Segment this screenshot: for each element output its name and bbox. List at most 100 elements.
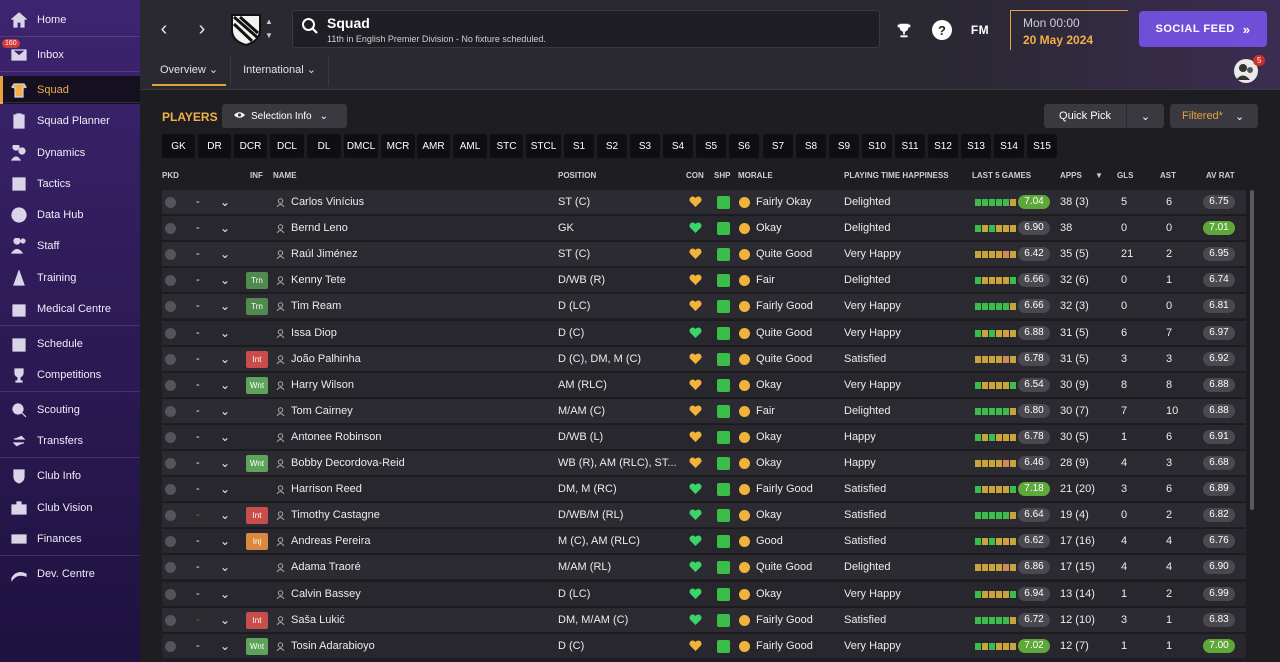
back-button[interactable]: ‹ (154, 18, 174, 40)
chevron-down-icon[interactable]: ⌄ (220, 608, 230, 633)
position-filter-s3[interactable]: S3 (630, 134, 660, 158)
player-name[interactable]: Harry Wilson (291, 373, 551, 398)
table-row[interactable]: - ⌄ Int João Palhinha D (C), DM, M (C) Quite … (162, 345, 1246, 372)
sidebar-item-club-vision[interactable]: Club Vision (0, 494, 140, 522)
table-row[interactable]: - ⌄ Raúl Jiménez ST (C) Quite Good Very Happy… (162, 241, 1246, 267)
sidebar-item-squad[interactable]: Squad (0, 76, 140, 104)
chevron-down-icon[interactable]: ⌄ (220, 503, 230, 528)
column-inf[interactable]: INF (250, 171, 263, 180)
pick-status-icon[interactable] (165, 379, 176, 391)
info-badge[interactable]: Int (246, 507, 268, 525)
chevron-down-icon[interactable]: ⌄ (220, 451, 230, 476)
sidebar-item-scouting[interactable]: Scouting (0, 396, 140, 424)
chevron-down-icon[interactable]: ⌄ (220, 268, 230, 293)
chevron-down-icon[interactable]: ⌄ (220, 634, 230, 659)
sidebar-item-tactics[interactable]: Tactics (0, 170, 140, 198)
sidebar-item-club-info[interactable]: Club Info (0, 462, 140, 490)
table-row[interactable]: - ⌄ Carlos Vinícius ST (C) Fairly Okay Deligh… (162, 189, 1246, 214)
table-row[interactable]: - ⌄ Harrison Reed DM, M (RC) Fairly Good Sati… (162, 476, 1246, 502)
table-row[interactable]: - ⌄ Wnt Harry Wilson AM (RLC) Okay Very Happy 6… (162, 371, 1246, 398)
column-last-5-games[interactable]: LAST 5 GAMES (972, 171, 1031, 180)
chevron-down-icon[interactable]: ⌄ (220, 555, 230, 580)
chevron-down-icon[interactable]: ⌄ (220, 399, 230, 424)
sidebar-item-squad-planner[interactable]: Squad Planner (0, 107, 140, 135)
player-name[interactable]: Bobby Decordova-Reid (291, 451, 551, 476)
position-filter-gk[interactable]: GK (162, 134, 195, 158)
sort-descending-icon[interactable]: ▼ (1095, 171, 1103, 180)
player-name[interactable]: Andreas Pereira (291, 529, 551, 554)
table-row[interactable]: - ⌄ Antonee Robinson D/WB (L) Okay Happy 6.78 3… (162, 423, 1246, 449)
position-filter-dcr[interactable]: DCR (234, 134, 267, 158)
fm-logo[interactable]: FM (968, 20, 992, 40)
position-filter-s15[interactable]: S15 (1027, 134, 1057, 158)
position-filter-dmcl[interactable]: DMCL (344, 134, 378, 158)
info-badge[interactable]: Int (246, 611, 268, 629)
sidebar-item-dynamics[interactable]: Dynamics (0, 139, 140, 167)
date-display[interactable]: Mon 00:00 20 May 2024 (1010, 10, 1128, 50)
position-filter-stc[interactable]: STC (490, 134, 523, 158)
table-row[interactable]: - ⌄ Wnt Tosin Adarabioyo D (C) Fairly Good Ver… (162, 632, 1246, 659)
social-feed-button[interactable]: SOCIAL FEED » (1139, 11, 1267, 47)
player-name[interactable]: Saša Lukić (291, 608, 551, 633)
table-row[interactable]: - ⌄ Wnt Bobby Decordova-Reid WB (R), AM (RLC… (162, 450, 1246, 475)
pick-status-icon[interactable] (165, 588, 176, 600)
column-ast[interactable]: AST (1160, 171, 1176, 180)
sidebar-item-competitions[interactable]: Competitions (0, 361, 140, 389)
position-filter-dl[interactable]: DL (307, 134, 341, 158)
table-row[interactable]: - ⌄ Int Saša Lukić DM, M/AM (C) Fairly Good Sa… (162, 606, 1246, 633)
pick-status-icon[interactable] (165, 301, 176, 313)
chevron-down-icon[interactable]: ⌄ (220, 582, 230, 607)
filter-button[interactable]: Filtered* ⌄ (1170, 104, 1258, 128)
info-badge[interactable]: Wnt (246, 637, 268, 655)
pick-status-icon[interactable] (165, 405, 176, 417)
pick-status-icon[interactable] (165, 562, 176, 574)
chevron-down-icon[interactable]: ⌄ (220, 347, 230, 372)
position-filter-amr[interactable]: AMR (417, 134, 450, 158)
player-name[interactable]: Tom Cairney (291, 399, 551, 424)
table-row[interactable]: - ⌄ Inj Andreas Pereira M (C), AM (RLC) Good S… (162, 528, 1246, 554)
chevron-down-icon[interactable]: ⌄ (1127, 110, 1164, 123)
info-badge[interactable]: Trn (246, 272, 268, 290)
sidebar-item-finances[interactable]: Finances (0, 525, 140, 553)
sidebar-item-staff[interactable]: Staff (0, 232, 140, 260)
position-filter-s7[interactable]: S7 (763, 134, 793, 158)
pick-status-icon[interactable] (165, 197, 176, 208)
position-filter-mcr[interactable]: MCR (381, 134, 415, 158)
column-shp[interactable]: SHP (714, 171, 730, 180)
info-badge[interactable]: Wnt (246, 455, 268, 472)
sidebar-item-data-hub[interactable]: Data Hub (0, 201, 140, 229)
chevron-down-icon[interactable]: ⌄ (220, 373, 230, 398)
column-playing-time-happiness[interactable]: PLAYING TIME HAPPINESS (844, 171, 949, 180)
column-av-rat[interactable]: AV RAT (1206, 171, 1235, 180)
position-filter-s2[interactable]: S2 (597, 134, 627, 158)
column-position[interactable]: POSITION (558, 171, 596, 180)
player-name[interactable]: Issa Diop (291, 321, 551, 346)
column-con[interactable]: CON (686, 171, 704, 180)
forward-button[interactable]: › (192, 18, 212, 40)
position-filter-dcl[interactable]: DCL (270, 134, 304, 158)
pick-status-icon[interactable] (165, 275, 176, 287)
pick-status-icon[interactable] (165, 510, 176, 522)
tab-international[interactable]: International ⌄ (235, 56, 324, 86)
table-row[interactable]: - ⌄ Tom Cairney M/AM (C) Fair Delighted 6.80 30… (162, 397, 1246, 424)
table-row[interactable]: - ⌄ Bernd Leno GK Okay Delighted 6.90 38 0 0 7.01 (162, 215, 1246, 241)
position-filter-s10[interactable]: S10 (862, 134, 892, 158)
player-name[interactable]: Timothy Castagne (291, 503, 551, 528)
pick-status-icon[interactable] (165, 614, 176, 626)
pick-status-icon[interactable] (165, 431, 176, 443)
column-morale[interactable]: MORALE (738, 171, 773, 180)
pick-status-icon[interactable] (165, 458, 176, 469)
player-name[interactable]: Kenny Tete (291, 268, 551, 293)
position-filter-s14[interactable]: S14 (994, 134, 1024, 158)
player-name[interactable]: Calvin Bassey (291, 582, 551, 607)
club-up-icon[interactable]: ▲ (265, 17, 273, 26)
chevron-down-icon[interactable]: ⌄ (220, 242, 230, 267)
position-filter-stcl[interactable]: STCL (526, 134, 561, 158)
pick-status-icon[interactable] (165, 223, 176, 235)
position-filter-dr[interactable]: DR (198, 134, 231, 158)
quick-pick-button[interactable]: Quick Pick ⌄ (1044, 104, 1164, 128)
pick-status-icon[interactable] (165, 327, 176, 339)
player-name[interactable]: Adama Traoré (291, 555, 551, 580)
column-apps[interactable]: APPS (1060, 171, 1082, 180)
position-filter-s8[interactable]: S8 (796, 134, 826, 158)
